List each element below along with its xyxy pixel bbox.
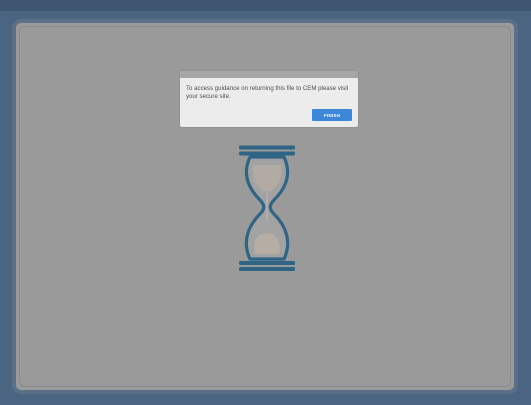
hourglass-top-cap-lower <box>239 151 295 156</box>
hourglass-bottom-cap <box>239 267 295 271</box>
dialog-header <box>180 71 358 78</box>
hourglass-graphic <box>239 145 295 271</box>
hourglass-top-cap <box>239 145 295 150</box>
finish-button[interactable]: FINISH <box>312 109 352 121</box>
hourglass-sand-stream <box>266 191 268 221</box>
hourglass-icon <box>236 144 298 274</box>
hourglass-bottom-cap-upper <box>239 261 295 265</box>
top-strip <box>0 0 531 11</box>
dialog-message: To access guidance on returning this fil… <box>186 85 349 101</box>
